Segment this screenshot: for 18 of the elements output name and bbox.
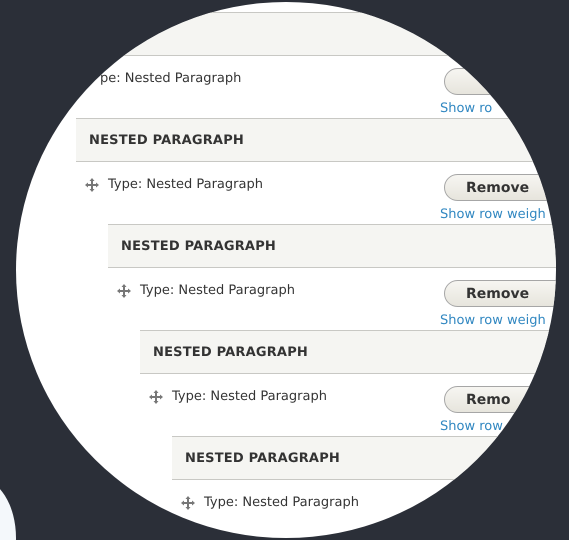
- paragraph-type: pe: Nested Paragraph: [100, 71, 242, 86]
- drag-handle-icon[interactable]: [149, 390, 163, 404]
- paragraph-type: Type: Nested Paragraph: [204, 495, 359, 510]
- show-row-weights-link[interactable]: Show row: [440, 419, 503, 434]
- show-row-weights-link[interactable]: Show row weigh: [440, 207, 546, 222]
- remove-button[interactable]: Remove: [444, 280, 556, 307]
- paragraph-type: Type: Nested Paragraph: [172, 389, 327, 404]
- show-row-weights-link[interactable]: Show ro: [440, 101, 492, 116]
- drag-handle-icon[interactable]: [117, 284, 131, 298]
- section-title: NESTED PARAGRAPH: [89, 132, 244, 148]
- paragraph-type: Type: Nested Paragraph: [108, 177, 263, 192]
- paragraph-type: Type: Nested Paragraph: [140, 283, 295, 298]
- section-title: NESTED PARAGRAPH: [121, 238, 276, 254]
- show-row-weights-link[interactable]: Show row weigh: [440, 313, 546, 328]
- section-title: NESTED PARAGRAPH: [185, 450, 340, 466]
- drag-handle-icon[interactable]: [181, 496, 195, 510]
- section-title: NESTED PARAGRAPH: [153, 344, 308, 360]
- drag-handle-icon[interactable]: [85, 178, 99, 192]
